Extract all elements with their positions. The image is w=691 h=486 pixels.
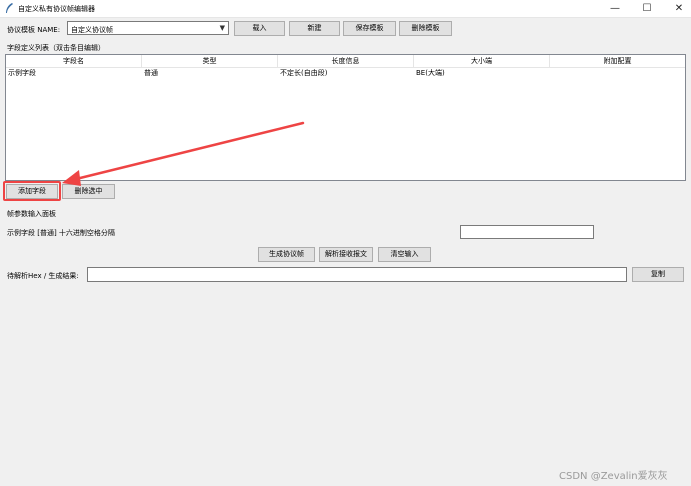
table-cell [550,68,552,79]
close-button[interactable]: ✕ [665,0,691,17]
table-cell: 不定长(自由段) [280,69,328,77]
parse-received-button[interactable]: 解析接收报文 [319,247,373,262]
column-header[interactable]: 长度信息 [278,55,414,67]
table-cell: 示例字段 [8,69,36,77]
hex-input[interactable] [87,267,627,282]
save-template-button[interactable]: 保存模板 [343,21,396,36]
field-table[interactable]: 字段名 类型 长度信息 大小端 附加配置 示例字段 普通 不定长(自由段) BE… [5,54,686,181]
table-header: 字段名 类型 长度信息 大小端 附加配置 [6,55,685,68]
field-list-heading: 字段定义列表（双击条目编辑） [7,44,105,52]
template-name-label: 协议模板 NAME: [7,26,61,34]
hex-label: 待解析Hex / 生成结果: [7,272,79,280]
table-cell: 普通 [144,69,158,77]
delete-selected-button[interactable]: 删除选中 [62,184,115,199]
new-button[interactable]: 新建 [289,21,340,36]
column-header[interactable]: 大小端 [414,55,550,67]
column-header[interactable]: 字段名 [6,55,142,67]
params-heading: 帧参数输入面板 [7,210,56,218]
table-cell: BE(大端) [416,69,445,77]
example-field-input[interactable] [460,225,594,239]
copy-button[interactable]: 复制 [632,267,684,282]
delete-template-button[interactable]: 删除模板 [399,21,452,36]
table-row[interactable]: 示例字段 普通 不定长(自由段) BE(大端) [6,68,685,79]
example-field-label: 示例字段 [普通] 十六进制空格分隔 [7,229,115,237]
template-select[interactable]: 自定义协议帧 ▼ [67,21,229,35]
minimize-button[interactable]: — [601,0,629,17]
highlight-box [3,181,61,201]
generate-frame-button[interactable]: 生成协议帧 [258,247,315,262]
chevron-down-icon[interactable]: ▼ [220,24,225,32]
window-title: 自定义私有协议帧编辑器 [18,5,95,13]
clear-input-button[interactable]: 清空输入 [378,247,431,262]
title-bar: 自定义私有协议帧编辑器 — ☐ ✕ [0,0,691,18]
watermark: CSDN @Zevalin爱灰灰 [559,471,668,482]
template-select-value: 自定义协议帧 [71,26,113,34]
column-header[interactable]: 附加配置 [550,55,685,67]
maximize-button[interactable]: ☐ [633,0,661,17]
feather-icon [6,3,13,13]
column-header[interactable]: 类型 [142,55,278,67]
load-button[interactable]: 载入 [234,21,285,36]
